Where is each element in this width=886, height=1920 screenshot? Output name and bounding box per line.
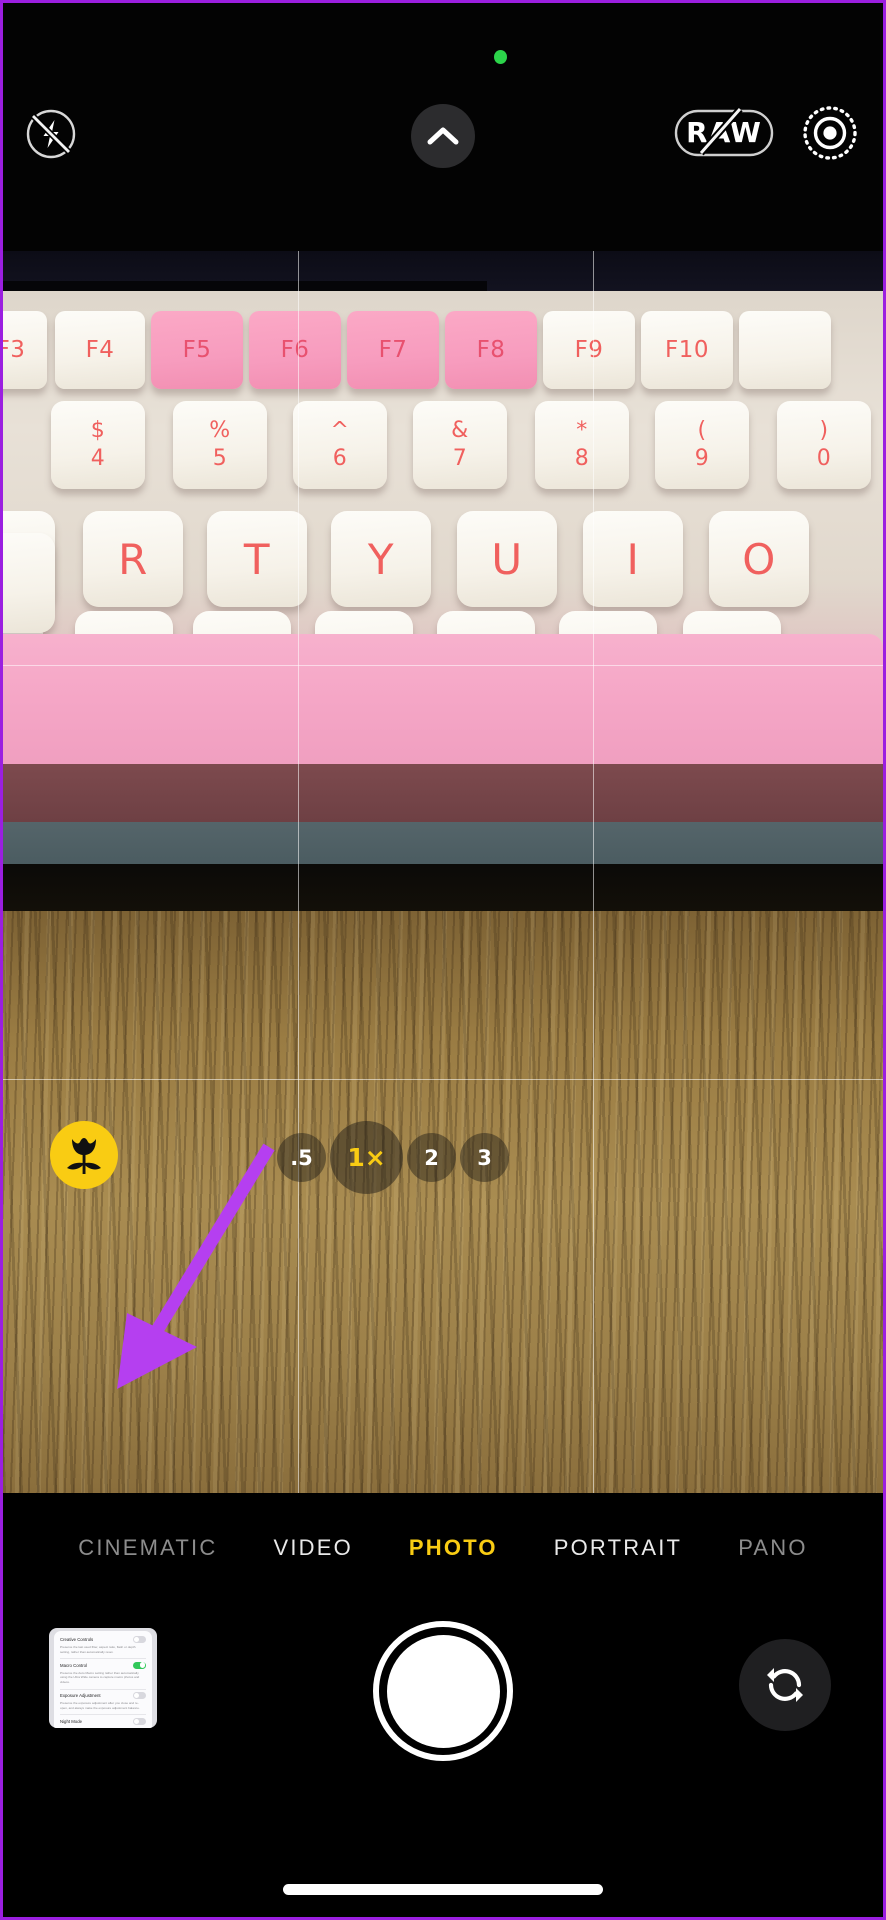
capture-mode-selector[interactable]: CINEMATIC VIDEO PHOTO PORTRAIT PANO: [3, 1493, 883, 1603]
arrow-icon: [117, 1143, 275, 1389]
zoom-button-3x[interactable]: 3: [460, 1133, 509, 1182]
home-indicator[interactable]: [283, 1884, 603, 1895]
grid-line-vertical-1: [298, 251, 299, 1493]
annotation-arrow: [93, 1141, 293, 1401]
thumb-divider-2: [60, 1688, 146, 1690]
more-controls-button[interactable]: [411, 104, 475, 168]
keycap-u: U: [457, 511, 557, 607]
flash-off-button[interactable]: [25, 108, 77, 160]
keyboard-case-base: [3, 822, 883, 864]
thumb-toggle-exposure-adjustment: [133, 1692, 146, 1700]
keycap-5: % 5: [173, 401, 267, 489]
capture-bar: Creative Controls Preserve the last used…: [3, 1603, 883, 1833]
iphone-camera-screen: RAW F3 F4 F5 F6 F7 F8: [0, 0, 886, 1920]
keyboard-cast-shadow: [3, 864, 883, 916]
keycap-i: I: [583, 511, 683, 607]
thumb-desc-night-mode: Preserve the Night mode setting, rather …: [60, 1727, 146, 1728]
thumb-toggle-night-mode: [133, 1717, 146, 1725]
thumb-row-macro-control: Macro Control: [60, 1661, 146, 1669]
switch-camera-button[interactable]: [739, 1639, 831, 1731]
mode-pano[interactable]: PANO: [710, 1535, 836, 1561]
chevron-up-icon: [427, 127, 459, 145]
camera-flip-icon: [767, 1668, 803, 1702]
thumb-row-night-mode: Night Mode: [60, 1717, 146, 1725]
keyboard-spacebar: [3, 634, 883, 764]
thumb-toggle-creative-controls: [133, 1636, 146, 1643]
keycap-f9: F9: [543, 311, 635, 389]
svg-text:RAW: RAW: [686, 116, 762, 149]
thumbnail-settings-card: Creative Controls Preserve the last used…: [54, 1631, 152, 1728]
keycap-9: (9: [655, 401, 749, 489]
keycap-r: R: [83, 511, 183, 607]
keycap-6: ^ 6: [293, 401, 387, 489]
grid-line-vertical-2: [593, 251, 594, 1493]
keycap-7: & 7: [413, 401, 507, 489]
thumb-desc-exposure-adjustment: Preserve the exposure adjustment after y…: [60, 1701, 140, 1710]
keycap-c: [3, 533, 55, 633]
raw-off-icon: RAW: [674, 106, 774, 157]
last-photo-thumbnail[interactable]: Creative Controls Preserve the last used…: [49, 1628, 157, 1728]
keycap-f5: F5: [151, 311, 243, 389]
keycap-f7: F7: [347, 311, 439, 389]
keycap-f11: [739, 311, 831, 389]
keycap-f10: F10: [641, 311, 733, 389]
camera-in-use-indicator-dot: [494, 50, 507, 64]
keycap-f8: F8: [445, 311, 537, 389]
thumb-desc-creative-controls: Preserve the last used filter, aspect ra…: [60, 1645, 136, 1654]
shutter-button-inner: [386, 1634, 500, 1748]
camera-viewfinder[interactable]: F3 F4 F5 F6 F7 F8 F9 F10 $4 %5 ^6 &7 *8: [3, 251, 883, 1493]
zoom-button-1x[interactable]: 1×: [330, 1121, 403, 1194]
macro-mode-button[interactable]: [50, 1121, 118, 1189]
thumb-row-creative-controls: Creative Controls: [60, 1636, 146, 1643]
live-photo-button[interactable]: [802, 105, 858, 161]
camera-top-control-bar: RAW: [3, 3, 883, 251]
grid-line-horizontal-1: [3, 665, 883, 666]
thumb-toggle-macro-control: [133, 1661, 146, 1669]
grid-line-horizontal-2: [3, 1079, 883, 1080]
mode-video[interactable]: VIDEO: [245, 1535, 380, 1561]
raw-off-button[interactable]: RAW: [674, 106, 774, 158]
thumb-row-exposure-adjustment: Exposure Adjustment: [60, 1692, 146, 1700]
live-photo-icon: [803, 106, 857, 160]
mode-cinematic[interactable]: CINEMATIC: [50, 1535, 245, 1561]
keycap-4: $4: [51, 401, 145, 489]
keycap-0: ) 0: [777, 401, 871, 489]
thumb-divider-1: [60, 1658, 146, 1659]
zoom-button-0.5x[interactable]: .5: [277, 1133, 326, 1182]
flash-off-icon: [26, 109, 76, 159]
keycap-f6: F6: [249, 311, 341, 389]
keycap-t: T: [207, 511, 307, 607]
mode-portrait[interactable]: PORTRAIT: [526, 1535, 710, 1561]
zoom-level-controls[interactable]: .5 1× 2 3: [277, 1121, 509, 1194]
keycap-f3: F3: [3, 311, 47, 389]
zoom-button-2x[interactable]: 2: [407, 1133, 456, 1182]
keycap-o: O: [709, 511, 809, 607]
mode-photo[interactable]: PHOTO: [381, 1535, 526, 1561]
thumb-divider-3: [60, 1714, 146, 1715]
shutter-button[interactable]: [373, 1621, 513, 1761]
keycap-y: Y: [331, 511, 431, 607]
keycap-f4: F4: [55, 311, 145, 389]
keycap-8: * 8: [535, 401, 629, 489]
keyboard-case-front: [3, 764, 883, 822]
tulip-flower-icon: [67, 1138, 101, 1174]
thumb-desc-macro-control: Preserve the Auto Macro setting rather t…: [60, 1670, 140, 1685]
